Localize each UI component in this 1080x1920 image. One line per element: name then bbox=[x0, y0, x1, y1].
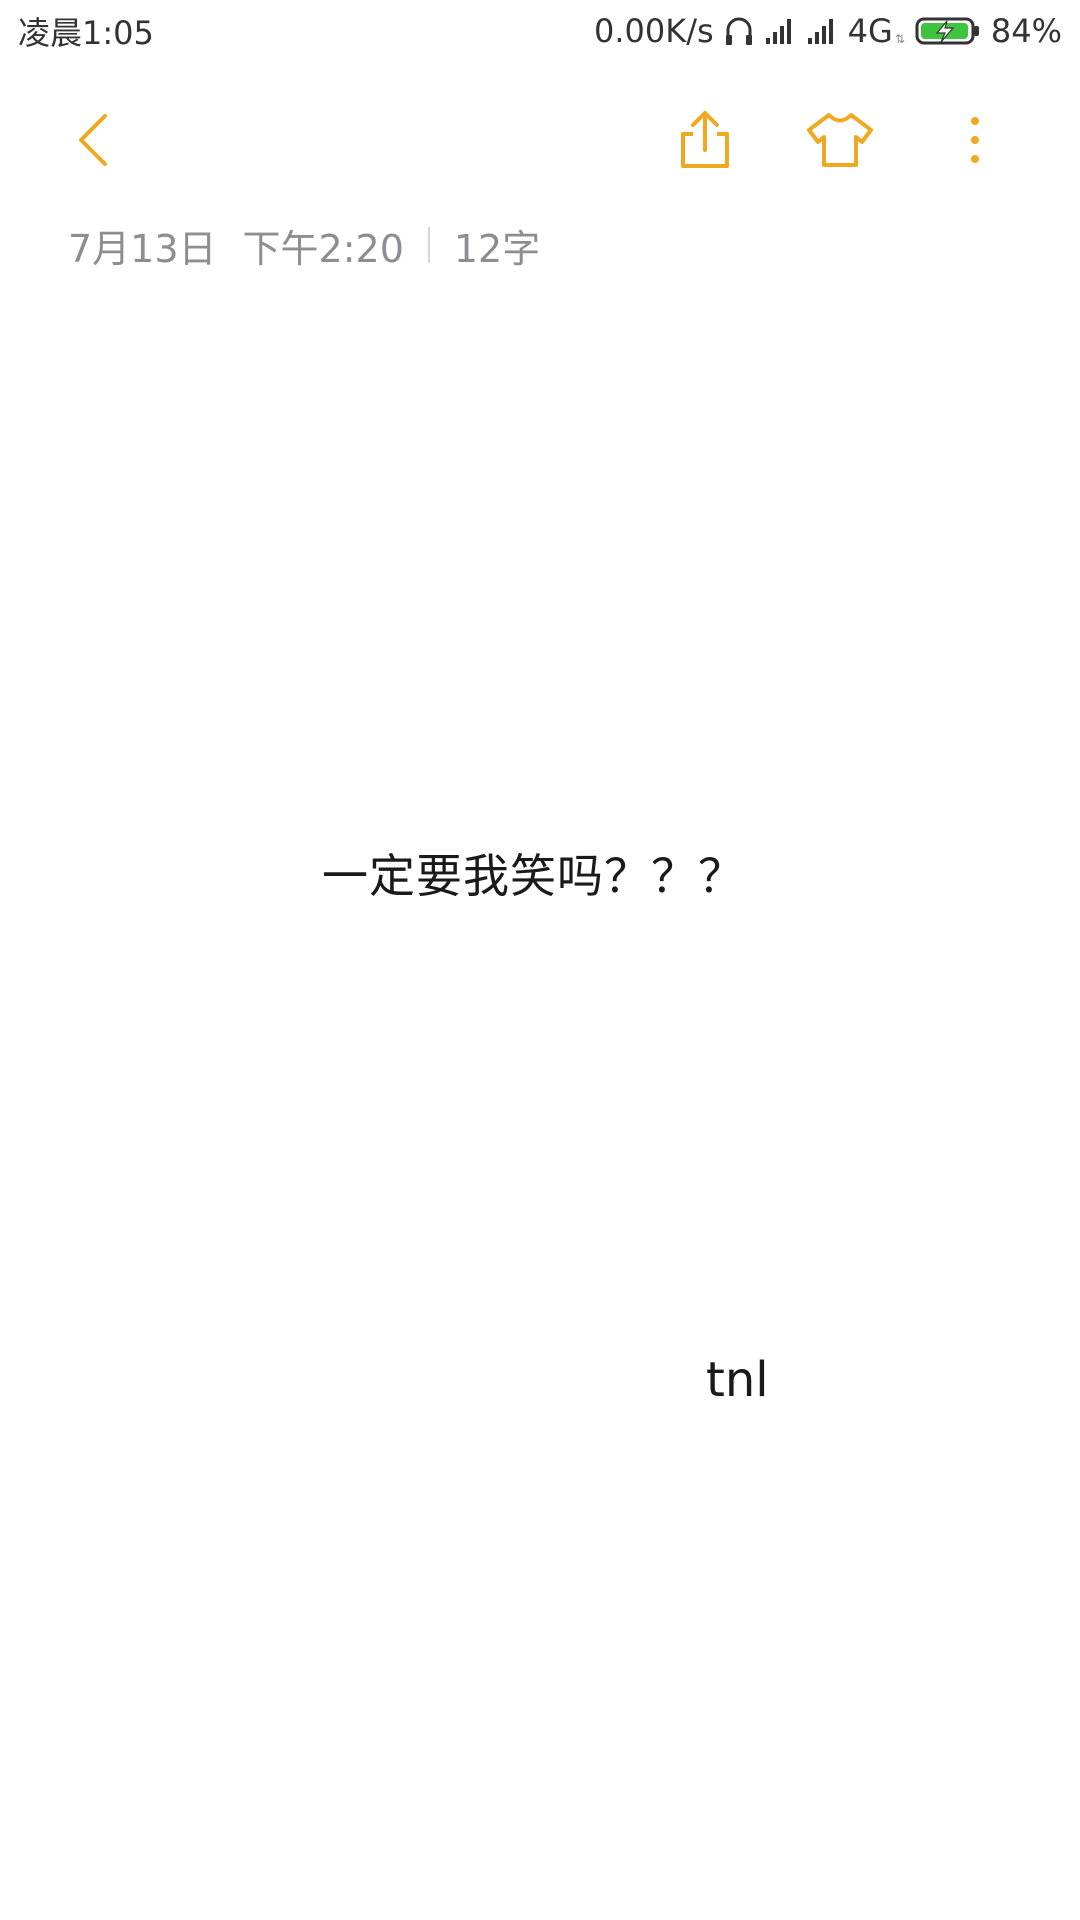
share-button[interactable] bbox=[665, 102, 745, 182]
share-icon bbox=[677, 110, 733, 174]
signal-icon bbox=[806, 16, 838, 46]
status-bar: 凌晨1:05 0.00K/s 4G ⇅ 84% bbox=[0, 0, 1080, 62]
battery-charging-icon bbox=[915, 15, 981, 47]
battery-level: 84% bbox=[990, 12, 1062, 50]
network-type-label: 4G bbox=[847, 12, 893, 50]
more-vertical-icon bbox=[967, 115, 983, 169]
status-left: 凌晨1:05 bbox=[18, 8, 154, 54]
note-time: 下午2:20 bbox=[242, 226, 404, 271]
status-right: 0.00K/s 4G ⇅ 84% bbox=[594, 12, 1062, 50]
net-speed: 0.00K/s bbox=[593, 12, 714, 50]
chevron-left-icon bbox=[71, 110, 115, 174]
signal-icon bbox=[764, 16, 796, 46]
note-text-line[interactable]: 一定要我笑吗？？？ bbox=[322, 840, 745, 906]
theme-button[interactable] bbox=[800, 102, 880, 182]
more-button[interactable] bbox=[935, 102, 1015, 182]
tshirt-icon bbox=[805, 112, 875, 172]
data-arrows-icon: ⇅ bbox=[894, 32, 905, 46]
back-button[interactable] bbox=[53, 102, 133, 182]
note-date: 7月13日 bbox=[68, 226, 217, 271]
note-meta: 7月13日 下午2:20 12字 bbox=[68, 222, 540, 271]
toolbar bbox=[0, 62, 1080, 212]
status-time: 凌晨1:05 bbox=[18, 14, 154, 52]
note-text-line[interactable]: tnl bbox=[706, 1352, 769, 1408]
word-count: 12字 bbox=[453, 226, 541, 271]
network-type: 4G ⇅ bbox=[848, 12, 905, 50]
meta-divider bbox=[427, 227, 430, 263]
headphones-icon bbox=[724, 15, 754, 47]
note-editor[interactable]: 一定要我笑吗？？？ tnl bbox=[0, 300, 1080, 1900]
